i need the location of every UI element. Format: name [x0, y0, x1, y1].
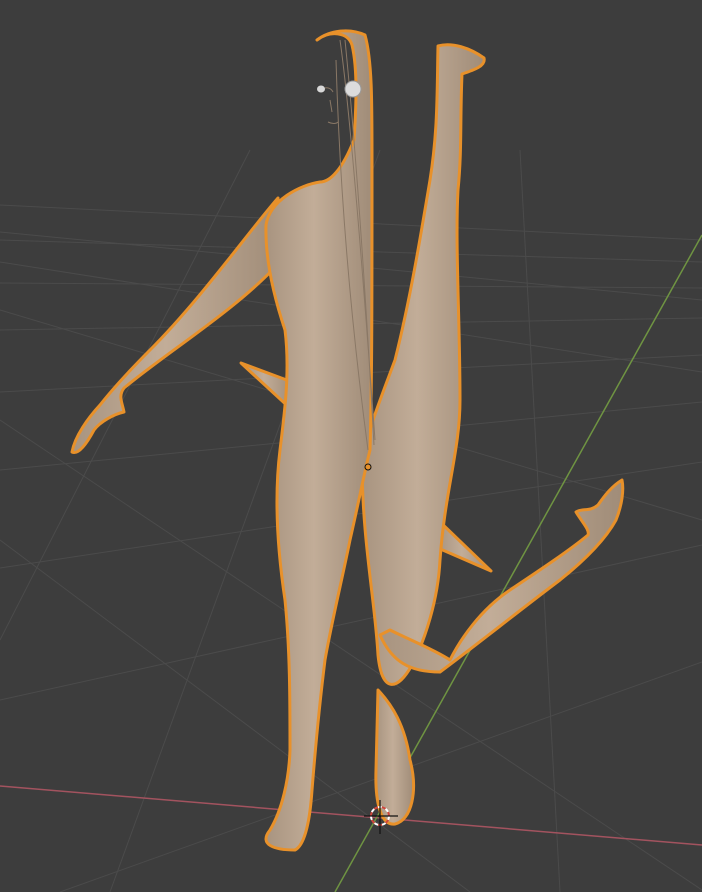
- viewport-canvas[interactable]: [0, 0, 702, 892]
- mesh-lower-foot: [374, 688, 415, 826]
- mesh-spike-right: [436, 518, 493, 573]
- mesh-torso: [264, 29, 374, 852]
- selected-mesh[interactable]: [70, 29, 625, 852]
- eye-right: [344, 80, 362, 98]
- origin-point-icon[interactable]: [364, 463, 372, 471]
- face-detail: [321, 87, 339, 124]
- 3d-viewport[interactable]: [0, 0, 702, 892]
- eye-left: [317, 85, 325, 93]
- x-axis-line: [0, 785, 702, 846]
- mesh-raised-leg: [360, 43, 486, 686]
